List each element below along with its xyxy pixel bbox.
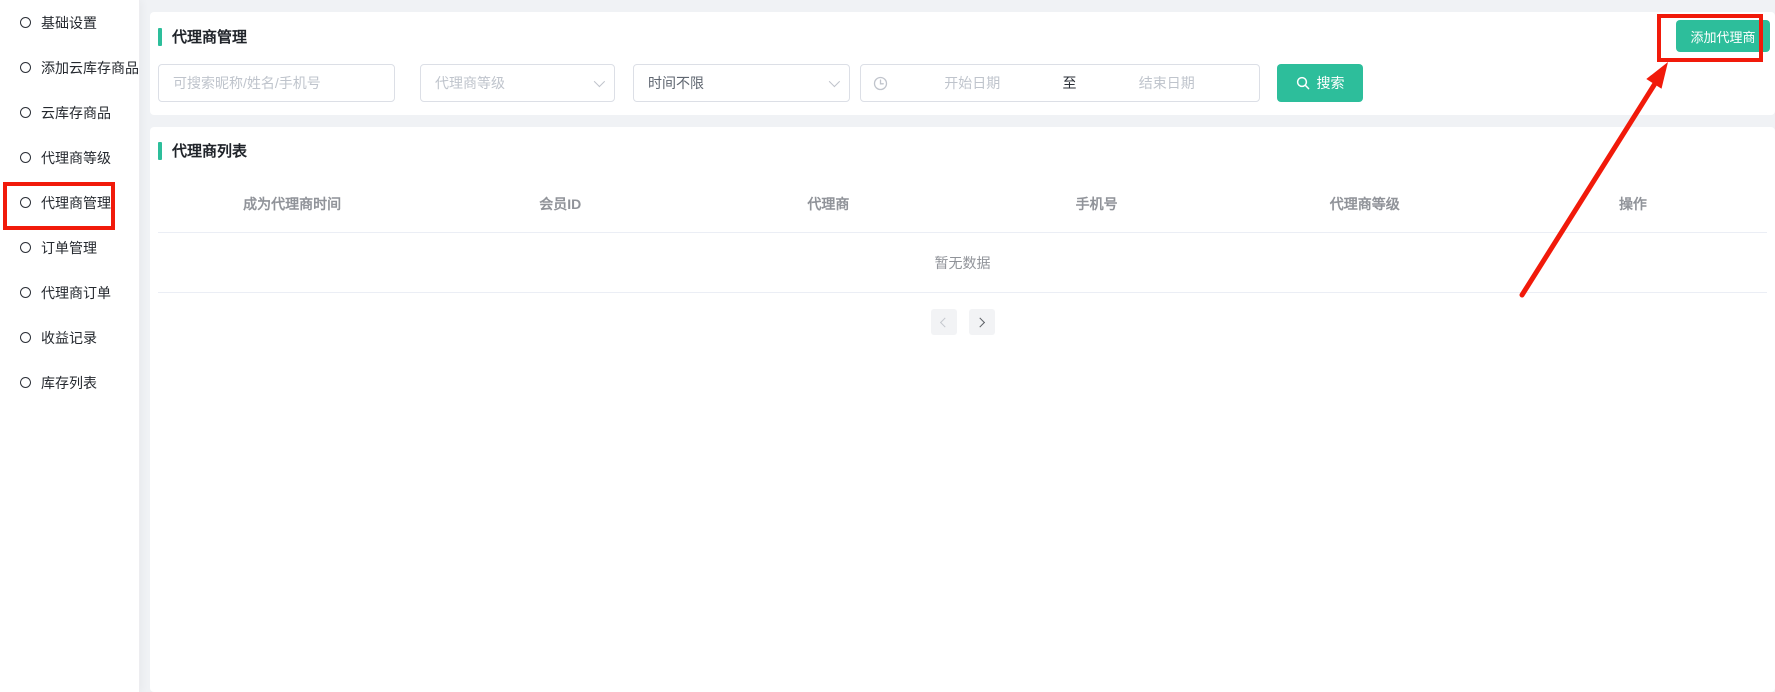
chevron-right-icon (975, 317, 985, 327)
search-input[interactable] (159, 65, 394, 101)
sidebar-item[interactable]: 代理商管理 (0, 180, 139, 225)
sidebar-item[interactable]: 库存列表 (0, 360, 139, 405)
pagination (150, 309, 1775, 335)
page-title: 代理商管理 (172, 26, 247, 47)
table-column-header: 代理商 (694, 194, 962, 214)
magnifier-icon (1296, 76, 1310, 90)
end-date-input[interactable]: 结束日期 (1087, 73, 1248, 93)
sidebar-item[interactable]: 云库存商品 (0, 90, 139, 135)
sidebar-item[interactable]: 代理商订单 (0, 270, 139, 315)
time-range-select-value: 时间不限 (648, 73, 704, 93)
time-range-select[interactable]: 时间不限 (633, 64, 850, 102)
table-column-header: 手机号 (963, 194, 1231, 214)
sidebar-item[interactable]: 添加云库存商品 (0, 45, 139, 90)
sidebar-item-label: 基础设置 (41, 13, 97, 33)
table-column-header: 成为代理商时间 (158, 194, 426, 214)
agent-level-select-value: 代理商等级 (435, 73, 505, 93)
sidebar-item-label: 订单管理 (41, 238, 97, 258)
ring-icon (20, 17, 31, 28)
empty-state: 暂无数据 (158, 233, 1767, 293)
pagination-prev-button[interactable] (931, 309, 957, 335)
date-separator: 至 (1057, 73, 1083, 93)
table-column-header: 会员ID (426, 194, 694, 214)
agent-level-select[interactable]: 代理商等级 (420, 64, 615, 102)
clock-icon (873, 76, 888, 91)
search-button-label: 搜索 (1317, 73, 1345, 93)
keyword-search-field (158, 64, 395, 102)
sidebar-item[interactable]: 订单管理 (0, 225, 139, 270)
filter-panel: 代理商管理 代理商等级 时间不限 开始日期 至 结束日期 搜索 (150, 12, 1775, 115)
sidebar-item[interactable]: 基础设置 (0, 0, 139, 45)
ring-icon (20, 62, 31, 73)
ring-icon (20, 332, 31, 343)
table-column-header: 代理商等级 (1231, 194, 1499, 214)
sidebar-item[interactable]: 收益记录 (0, 315, 139, 360)
date-range-picker[interactable]: 开始日期 至 结束日期 (860, 64, 1260, 102)
sidebar-item-label: 云库存商品 (41, 103, 111, 123)
sidebar-item-label: 代理商等级 (41, 148, 111, 168)
ring-icon (20, 107, 31, 118)
ring-icon (20, 242, 31, 253)
filter-panel-title: 代理商管理 (158, 26, 247, 47)
sidebar-item-label: 添加云库存商品 (41, 58, 139, 78)
sidebar-item[interactable]: 代理商等级 (0, 135, 139, 180)
table-column-header: 操作 (1499, 194, 1767, 214)
ring-icon (20, 287, 31, 298)
table-header-row: 成为代理商时间 会员ID 代理商 手机号 代理商等级 操作 (158, 175, 1767, 233)
chevron-down-icon (594, 76, 605, 87)
title-accent-bar (158, 28, 162, 46)
chevron-down-icon (829, 76, 840, 87)
chevron-left-icon (940, 317, 950, 327)
ring-icon (20, 152, 31, 163)
sidebar-item-label: 收益记录 (41, 328, 97, 348)
search-button[interactable]: 搜索 (1277, 64, 1363, 102)
sidebar-item-label: 代理商订单 (41, 283, 111, 303)
start-date-input[interactable]: 开始日期 (892, 73, 1053, 93)
pagination-next-button[interactable] (969, 309, 995, 335)
title-accent-bar (158, 142, 162, 160)
empty-state-text: 暂无数据 (935, 253, 991, 273)
list-title: 代理商列表 (172, 140, 247, 161)
sidebar: 基础设置 添加云库存商品 云库存商品 代理商等级 代理商管理 (0, 0, 140, 692)
add-agent-button[interactable]: 添加代理商 (1676, 20, 1770, 52)
list-panel-title: 代理商列表 (158, 140, 247, 161)
ring-icon (20, 197, 31, 208)
agent-list-panel: 代理商列表 成为代理商时间 会员ID 代理商 手机号 代理商等级 操作 暂无数据 (150, 127, 1775, 692)
ring-icon (20, 377, 31, 388)
sidebar-item-label: 代理商管理 (41, 193, 111, 213)
sidebar-item-label: 库存列表 (41, 373, 97, 393)
